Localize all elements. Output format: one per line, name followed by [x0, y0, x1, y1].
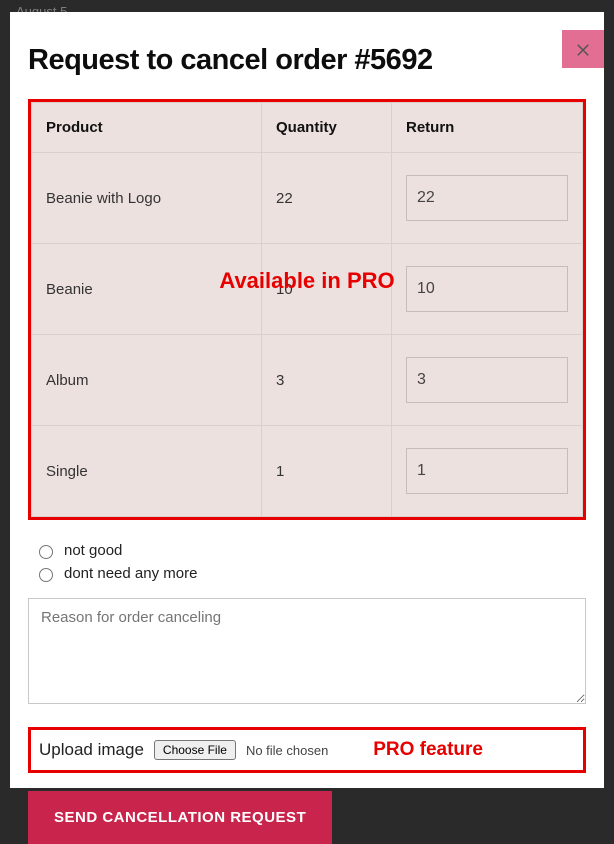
cell-return — [392, 426, 583, 517]
reason-textarea[interactable] — [28, 598, 586, 704]
cell-product: Beanie with Logo — [32, 153, 262, 244]
reason-label: not good — [64, 542, 122, 559]
reason-label: dont need any more — [64, 565, 197, 582]
file-status-text: No file chosen — [246, 743, 328, 758]
cell-product: Single — [32, 426, 262, 517]
cell-quantity: 3 — [262, 335, 392, 426]
cell-product: Beanie — [32, 244, 262, 335]
cell-return — [392, 244, 583, 335]
table-row: Beanie 10 — [32, 244, 583, 335]
return-qty-input[interactable] — [406, 357, 568, 403]
reason-radio[interactable] — [39, 568, 53, 582]
col-header-product: Product — [32, 103, 262, 153]
reason-option[interactable]: dont need any more — [34, 565, 586, 582]
reason-radio[interactable] — [39, 545, 53, 559]
send-cancellation-button[interactable]: SEND CANCELLATION REQUEST — [28, 791, 332, 844]
modal-title: Request to cancel order #5692 — [28, 44, 586, 77]
cancel-reason-radios: not good dont need any more — [28, 542, 586, 582]
cell-product: Album — [32, 335, 262, 426]
upload-pro-box: Upload image Choose File No file chosen … — [28, 727, 586, 773]
table-header-row: Product Quantity Return — [32, 103, 583, 153]
close-icon — [574, 40, 592, 58]
close-button[interactable] — [562, 30, 604, 68]
cell-quantity: 10 — [262, 244, 392, 335]
table-row: Album 3 — [32, 335, 583, 426]
return-qty-input[interactable] — [406, 266, 568, 312]
col-header-return: Return — [392, 103, 583, 153]
cell-return — [392, 153, 583, 244]
upload-label: Upload image — [39, 740, 144, 760]
cancel-order-modal: Request to cancel order #5692 Product Qu… — [10, 12, 604, 788]
return-qty-input[interactable] — [406, 448, 568, 494]
cell-quantity: 22 — [262, 153, 392, 244]
col-header-quantity: Quantity — [262, 103, 392, 153]
return-qty-input[interactable] — [406, 175, 568, 221]
cell-return — [392, 335, 583, 426]
table-row: Beanie with Logo 22 — [32, 153, 583, 244]
choose-file-button[interactable]: Choose File — [154, 740, 236, 760]
table-row: Single 1 — [32, 426, 583, 517]
products-table: Product Quantity Return Beanie with Logo… — [31, 102, 583, 517]
reason-option[interactable]: not good — [34, 542, 586, 559]
pro-feature-overlay-label: PRO feature — [373, 739, 483, 761]
products-pro-box: Product Quantity Return Beanie with Logo… — [28, 99, 586, 520]
cell-quantity: 1 — [262, 426, 392, 517]
